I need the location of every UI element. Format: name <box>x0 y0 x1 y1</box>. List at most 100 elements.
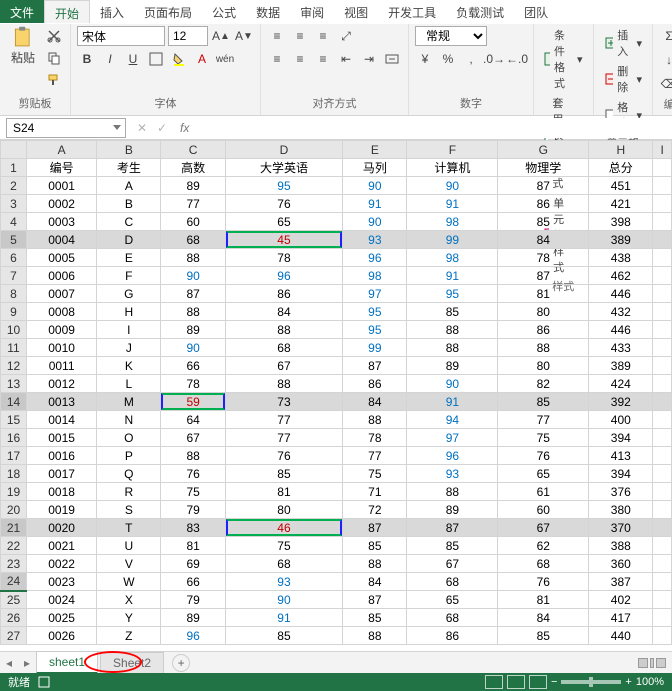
col-header[interactable]: I <box>653 141 672 159</box>
cell[interactable]: 89 <box>161 177 225 195</box>
italic-icon[interactable]: I <box>100 49 120 69</box>
cell[interactable]: 96 <box>161 627 225 645</box>
cell[interactable]: 80 <box>225 501 342 519</box>
cell[interactable]: H <box>97 303 161 321</box>
cell[interactable]: 0016 <box>27 447 97 465</box>
cell[interactable]: 67 <box>498 519 589 537</box>
cell[interactable] <box>653 573 672 591</box>
cell[interactable]: F <box>97 267 161 285</box>
cell[interactable]: 85 <box>343 609 407 627</box>
cell[interactable]: 77 <box>498 411 589 429</box>
fill-icon[interactable]: ↓ <box>659 50 672 70</box>
tab-formula[interactable]: 公式 <box>202 0 246 23</box>
cell[interactable]: 84 <box>343 393 407 411</box>
cell[interactable]: 78 <box>225 249 342 267</box>
cell[interactable]: 72 <box>343 501 407 519</box>
macro-icon[interactable] <box>38 676 50 688</box>
cell[interactable]: 75 <box>343 465 407 483</box>
cell[interactable] <box>653 393 672 411</box>
cell[interactable]: 75 <box>225 537 342 555</box>
cell[interactable]: 76 <box>161 465 225 483</box>
view-break-icon[interactable] <box>529 675 547 689</box>
cell[interactable]: 0022 <box>27 555 97 573</box>
row-header[interactable]: 3 <box>1 195 27 213</box>
cell[interactable]: 85 <box>225 627 342 645</box>
cell[interactable]: 424 <box>589 375 653 393</box>
zoom-value[interactable]: 100% <box>636 676 664 688</box>
cell[interactable]: 62 <box>498 537 589 555</box>
tab-team[interactable]: 团队 <box>514 0 558 23</box>
cell[interactable]: 88 <box>498 339 589 357</box>
align-left-icon[interactable]: ≡ <box>267 49 287 69</box>
cell[interactable]: 93 <box>407 465 498 483</box>
cell[interactable]: 0007 <box>27 285 97 303</box>
cell[interactable]: 87 <box>498 177 589 195</box>
row-header[interactable]: 9 <box>1 303 27 321</box>
paste-button[interactable]: 粘贴 <box>6 26 40 66</box>
cell[interactable]: 大学英语 <box>225 159 342 177</box>
cell[interactable] <box>653 357 672 375</box>
cell[interactable]: 81 <box>225 483 342 501</box>
cell[interactable]: 76 <box>225 447 342 465</box>
cell[interactable]: 68 <box>225 339 342 357</box>
cell[interactable] <box>653 465 672 483</box>
cell[interactable]: N <box>97 411 161 429</box>
cell[interactable]: 77 <box>225 411 342 429</box>
align-top-icon[interactable]: ≡ <box>267 26 287 46</box>
view-page-icon[interactable] <box>507 675 525 689</box>
cell[interactable]: 421 <box>589 195 653 213</box>
cell[interactable]: 98 <box>407 213 498 231</box>
cell[interactable]: 87 <box>343 591 407 609</box>
cell[interactable]: 97 <box>407 429 498 447</box>
cell[interactable]: 67 <box>407 555 498 573</box>
cell[interactable]: 388 <box>589 537 653 555</box>
cell[interactable]: 88 <box>161 447 225 465</box>
font-name-select[interactable] <box>77 26 165 46</box>
cell[interactable]: 90 <box>161 267 225 285</box>
cell[interactable]: 78 <box>343 429 407 447</box>
row-header[interactable]: 27 <box>1 627 27 645</box>
cell[interactable]: 98 <box>407 249 498 267</box>
cell[interactable]: 85 <box>498 627 589 645</box>
col-header[interactable]: H <box>589 141 653 159</box>
row-header[interactable]: 2 <box>1 177 27 195</box>
cell[interactable]: 89 <box>407 357 498 375</box>
format-painter-icon[interactable] <box>44 70 64 90</box>
cell[interactable]: 432 <box>589 303 653 321</box>
insert-cells-button[interactable]: 插入▾ <box>600 26 647 60</box>
cell[interactable]: 61 <box>498 483 589 501</box>
cell[interactable]: 80 <box>498 357 589 375</box>
cell[interactable]: 95 <box>343 303 407 321</box>
col-header[interactable]: F <box>407 141 498 159</box>
cell[interactable]: 94 <box>407 411 498 429</box>
delete-cells-button[interactable]: 删除▾ <box>600 62 647 96</box>
cell[interactable]: 0013 <box>27 393 97 411</box>
cell[interactable]: 45 <box>225 231 342 249</box>
cell[interactable]: 87 <box>343 519 407 537</box>
row-header[interactable]: 14 <box>1 393 27 411</box>
tab-load[interactable]: 负载测试 <box>446 0 514 23</box>
bold-icon[interactable]: B <box>77 49 97 69</box>
cell[interactable]: R <box>97 483 161 501</box>
cell[interactable]: 89 <box>161 321 225 339</box>
cell[interactable]: 91 <box>407 393 498 411</box>
cell[interactable]: C <box>97 213 161 231</box>
fx-icon[interactable]: fx <box>172 121 197 135</box>
cell[interactable]: 76 <box>225 195 342 213</box>
cell[interactable]: 93 <box>343 231 407 249</box>
cell[interactable]: 446 <box>589 285 653 303</box>
align-middle-icon[interactable]: ≡ <box>290 26 310 46</box>
row-header[interactable]: 21 <box>1 519 27 537</box>
cell[interactable]: 400 <box>589 411 653 429</box>
cell[interactable]: 88 <box>343 555 407 573</box>
cell[interactable]: 68 <box>225 555 342 573</box>
increase-decimal-icon[interactable]: .0→ <box>484 49 504 69</box>
percent-icon[interactable]: % <box>438 49 458 69</box>
cell[interactable]: 93 <box>225 573 342 591</box>
cell[interactable]: S <box>97 501 161 519</box>
row-header[interactable]: 10 <box>1 321 27 339</box>
cell[interactable]: 90 <box>407 375 498 393</box>
cell[interactable]: 86 <box>343 375 407 393</box>
row-header[interactable]: 16 <box>1 429 27 447</box>
cell[interactable]: O <box>97 429 161 447</box>
